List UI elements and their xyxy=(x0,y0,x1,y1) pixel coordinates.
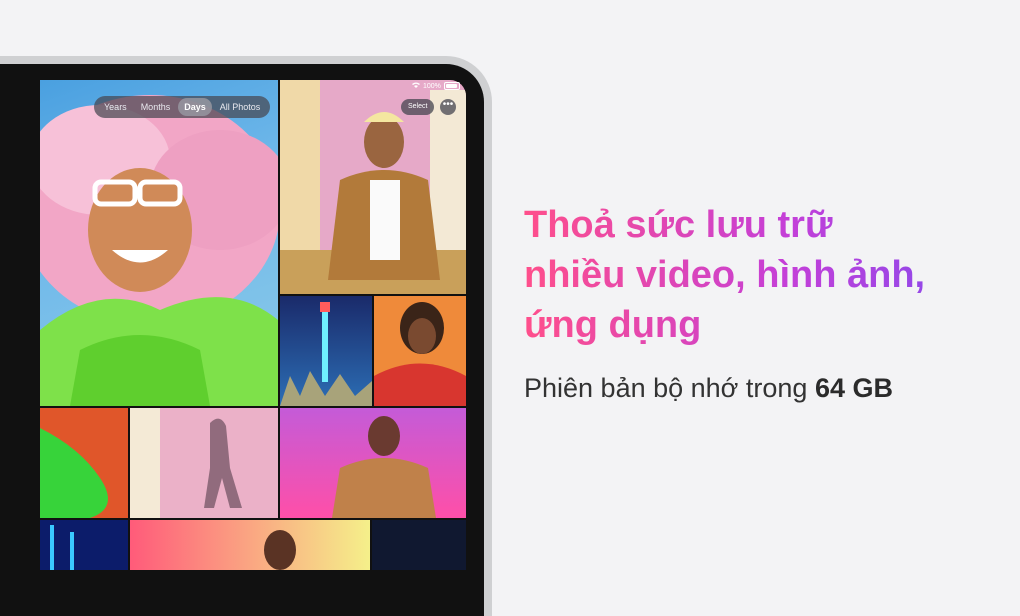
photo-man-seated[interactable] xyxy=(280,80,466,294)
status-bar: 100% xyxy=(412,82,460,90)
photo-neon-tower[interactable] xyxy=(280,296,372,406)
more-options-icon[interactable]: ••• xyxy=(440,99,456,115)
promo-headline-line-1: Thoả sức lưu trữ xyxy=(524,204,833,246)
man-seated-illustration xyxy=(280,80,466,294)
photos-view-segmented-control: Years Months Days All Photos xyxy=(94,96,271,118)
storage-subline: Phiên bản bộ nhớ trong 64 GB xyxy=(524,373,893,404)
tab-years[interactable]: Years xyxy=(98,98,133,116)
battery-icon xyxy=(443,82,460,90)
photo-woman-red-knit[interactable] xyxy=(374,296,466,406)
photo-pink-hair-woman[interactable] xyxy=(40,80,278,406)
photo-shadow-pink-wall[interactable] xyxy=(130,408,278,518)
tab-all-photos[interactable]: All Photos xyxy=(214,98,267,116)
promo-headline-line-2: nhiều video, hình ảnh, xyxy=(524,254,926,296)
pink-hair-woman-illustration xyxy=(40,95,278,406)
photo-blue-neon[interactable] xyxy=(40,520,128,570)
photo-dark-blue[interactable] xyxy=(372,520,466,570)
photos-app-screen xyxy=(40,80,466,570)
tab-months[interactable]: Months xyxy=(135,98,177,116)
promo-headline-line-3: ứng dụng xyxy=(524,304,702,346)
photo-green-fabric[interactable] xyxy=(40,408,128,518)
select-button[interactable]: Select xyxy=(401,99,435,115)
battery-percentage: 100% xyxy=(423,82,441,90)
blue-neon-illustration xyxy=(50,525,74,570)
tab-days[interactable]: Days xyxy=(178,98,212,116)
man-pink-light-illustration xyxy=(332,416,436,518)
wifi-icon xyxy=(412,82,420,90)
photo-man-pink-light[interactable] xyxy=(280,408,466,518)
photo-man-neon-sign[interactable] xyxy=(130,520,370,570)
neon-tower-illustration xyxy=(280,302,372,406)
storage-capacity: 64 GB xyxy=(814,373,893,403)
man-neon-sign-illustration xyxy=(264,530,296,570)
shadow-wall-illustration xyxy=(130,408,242,518)
storage-subline-text: Phiên bản bộ nhớ trong xyxy=(524,373,815,403)
promo-headline: Thoả sức lưu trữ nhiều video, hình ảnh, … xyxy=(524,200,1004,350)
woman-red-knit-illustration xyxy=(374,302,466,406)
green-fabric-illustration xyxy=(40,428,108,518)
